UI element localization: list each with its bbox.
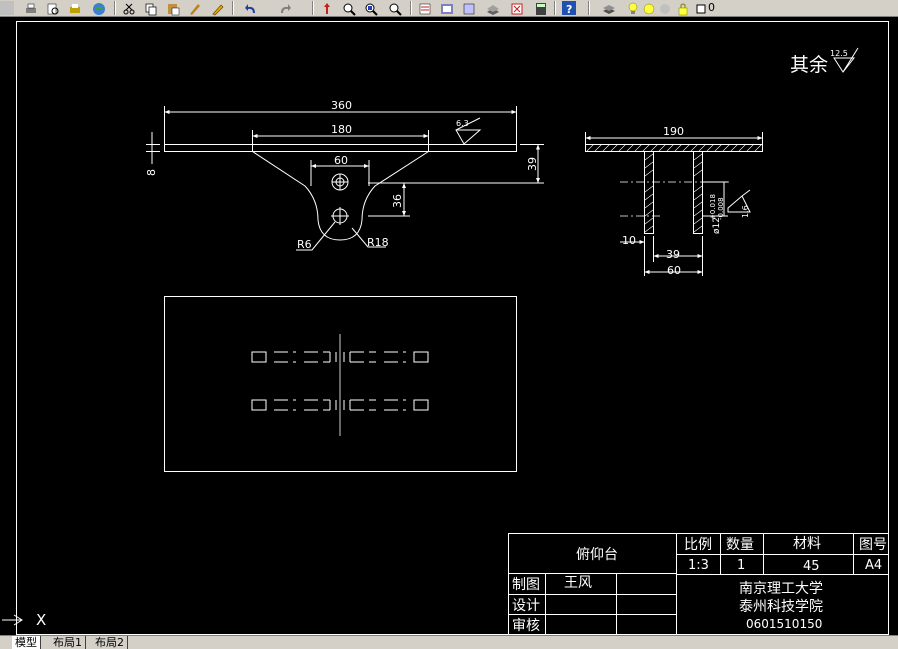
- value-material: 45: [803, 559, 820, 574]
- zoom-realtime-icon[interactable]: [342, 1, 356, 16]
- ucs-x-label: X: [36, 611, 46, 629]
- properties-icon[interactable]: [418, 1, 432, 15]
- header-quantity: 数量: [726, 537, 754, 553]
- school-line-2: 泰州科技学院: [739, 599, 823, 615]
- brush-icon[interactable]: [210, 1, 224, 16]
- redo-icon[interactable]: [278, 1, 292, 15]
- dim-r18-text: R18: [367, 236, 389, 249]
- tool-palette-icon[interactable]: [462, 1, 476, 15]
- plate-outline: [164, 144, 517, 152]
- dim-36-text: 36: [391, 194, 404, 208]
- tab-model[interactable]: 模型: [12, 636, 41, 649]
- dim-60-side-text: 60: [667, 264, 681, 277]
- dim-r6-text: R6: [297, 238, 312, 251]
- match-icon[interactable]: [188, 1, 202, 15]
- paste-icon[interactable]: [166, 1, 180, 16]
- part-name: 俯仰台: [576, 547, 618, 563]
- bulb-icon[interactable]: [626, 1, 640, 15]
- student-id: 0601510150: [746, 617, 822, 631]
- cut-icon[interactable]: [122, 1, 136, 15]
- dim-190-text: 190: [663, 125, 684, 138]
- zoom-previous-icon[interactable]: [388, 1, 402, 16]
- zoom-window-icon[interactable]: [364, 1, 378, 16]
- dim-60-text: 60: [334, 154, 348, 167]
- undo-icon[interactable]: [244, 1, 258, 15]
- tab-layout-2[interactable]: 布局2: [92, 636, 128, 649]
- dim-bore-lower-tol: -0.008: [717, 197, 725, 220]
- center-marks: [331, 174, 349, 225]
- copy-icon[interactable]: [144, 1, 158, 16]
- value-drawing-no: A4: [865, 558, 882, 573]
- design-center-icon[interactable]: [440, 1, 454, 15]
- print-icon[interactable]: [24, 1, 38, 15]
- layer-manager-icon[interactable]: [602, 1, 616, 15]
- toolbar-grip-icon: [0, 1, 14, 15]
- top-plate: [164, 296, 517, 472]
- dim-8-line: [146, 132, 160, 164]
- value-quantity: 1: [737, 558, 745, 573]
- label-drawn-by: 制图: [512, 577, 540, 593]
- dim-8-text: 8: [145, 169, 158, 176]
- freeze-icon[interactable]: [658, 1, 672, 15]
- svg-text:?: ?: [566, 3, 572, 16]
- layer-name[interactable]: 0: [708, 0, 715, 16]
- plot-icon[interactable]: [92, 1, 106, 15]
- dim-180-text: 180: [331, 123, 352, 136]
- drawing-canvas[interactable]: 其余 12.5 360 180 60 8 39 36 R6 R18 6.3 19…: [0, 17, 898, 635]
- side-plate: [585, 144, 763, 152]
- calculator-icon[interactable]: [534, 1, 548, 15]
- markup-icon[interactable]: [510, 1, 524, 15]
- drawing-frame: [16, 21, 889, 635]
- dim-10-text: 10: [622, 234, 636, 247]
- publish-icon[interactable]: [68, 1, 82, 15]
- help-icon[interactable]: ?: [562, 1, 576, 16]
- label-designed-by: 设计: [512, 598, 540, 614]
- label-reviewed-by: 审核: [512, 618, 540, 634]
- roughness-note-prefix: 其余: [790, 54, 828, 76]
- dim-360-text: 360: [331, 99, 352, 112]
- ucs-icon: [2, 614, 23, 626]
- dim-39-side-text: 39: [666, 248, 680, 261]
- standard-toolbar: ? 0: [0, 0, 898, 17]
- roughness-16-text: 1.6: [741, 205, 750, 218]
- value-scale: 1:3: [688, 558, 709, 573]
- tab-layout-1[interactable]: 布局1: [50, 636, 86, 649]
- lock-icon[interactable]: [676, 1, 690, 16]
- roughness-note-value: 12.5: [830, 49, 848, 58]
- preview-icon[interactable]: [46, 1, 60, 15]
- plate-hatch: [586, 143, 763, 152]
- header-scale: 比例: [684, 537, 712, 553]
- dim-bore-upper-tol: +0.018: [709, 194, 717, 220]
- sheet-set-icon[interactable]: [486, 1, 500, 15]
- top-view: [164, 296, 517, 472]
- pan-icon[interactable]: [320, 1, 334, 15]
- school-line-1: 南京理工大学: [739, 581, 823, 597]
- color-square-icon[interactable]: [694, 1, 708, 15]
- header-material: 材料: [793, 536, 821, 552]
- layout-tabs: 模型 布局1 布局2: [0, 635, 898, 649]
- header-drawing-no: 图号: [859, 537, 887, 553]
- dim-39-line: [376, 144, 544, 184]
- value-drawn-by: 王风: [564, 575, 592, 591]
- dim-39-text: 39: [526, 157, 539, 171]
- sun-icon[interactable]: [642, 1, 656, 15]
- roughness-63-text: 6.3: [456, 119, 469, 128]
